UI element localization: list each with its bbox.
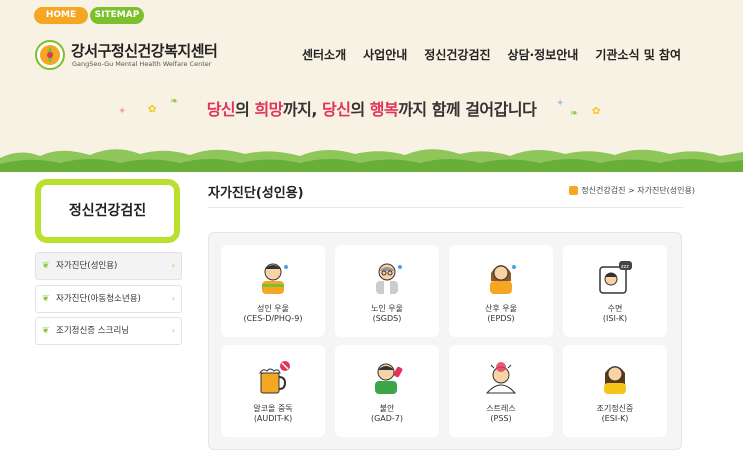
- chevron-right-icon: ›: [171, 326, 175, 335]
- adult-depression-icon: [262, 263, 288, 294]
- leaf-icon: ❦: [42, 326, 50, 336]
- center-logo-icon[interactable]: [35, 40, 65, 70]
- test-card-postpartum-depression[interactable]: 산후 우울 (EPDS): [449, 245, 553, 337]
- card-title: 수면: [607, 304, 623, 313]
- sidebar-item-adult[interactable]: ❦ 자가진단(성인용) ›: [35, 252, 182, 280]
- card-code: (CES-D/PHQ-9): [243, 314, 303, 323]
- card-code: (PSS): [490, 414, 512, 423]
- test-card-sleep[interactable]: zzz 수면 (ISI-K): [563, 245, 667, 337]
- sidebar-item-label: 조기정신증 스크리닝: [56, 326, 130, 336]
- home-link[interactable]: HOME: [34, 7, 88, 24]
- breadcrumb-text: 정신건강검진 > 자가진단(성인용): [581, 186, 695, 195]
- page-title: 자가진단(성인용): [208, 186, 304, 201]
- stress-icon: [485, 362, 517, 394]
- leaf-icon: ❦: [42, 261, 50, 271]
- test-card-anxiety[interactable]: 불안 (GAD-7): [335, 345, 439, 437]
- nav-counsel-info[interactable]: 상담·정보안내: [508, 46, 579, 63]
- card-title: 불안: [379, 404, 395, 413]
- test-card-adult-depression[interactable]: 성인 우울 (CES-D/PHQ-9): [221, 245, 325, 337]
- early-psychosis-icon: [604, 366, 626, 394]
- card-code: (ISI-K): [602, 314, 628, 323]
- divider: [208, 207, 683, 208]
- nav-center-intro[interactable]: 센터소개: [302, 46, 346, 63]
- card-code: (SGDS): [372, 314, 402, 323]
- chevron-right-icon: ›: [171, 261, 175, 270]
- hills-decoration: [0, 149, 743, 172]
- sidebar-title: 정신건강검진: [68, 203, 147, 219]
- card-code: (ESI-K): [601, 414, 629, 423]
- card-title: 성인 우울: [257, 304, 289, 313]
- test-card-alcohol[interactable]: 알코올 중독 (AUDIT-K): [221, 345, 325, 437]
- sidebar-item-label: 자가진단(아동청소년용): [56, 294, 141, 304]
- sidebar-item-early-psychosis[interactable]: ❦ 조기정신증 스크리닝 ›: [35, 317, 182, 345]
- card-title: 알코올 중독: [253, 404, 293, 413]
- elderly-depression-icon: [376, 263, 402, 294]
- org-subtitle: GangSeo-Gu Mental Health Welfare Center: [72, 60, 212, 68]
- postpartum-depression-icon: [490, 265, 516, 294]
- main-nav: 센터소개 사업안내 정신건강검진 상담·정보안내 기관소식 및 참여: [302, 46, 681, 63]
- card-code: (GAD-7): [370, 414, 404, 423]
- test-card-stress[interactable]: 스트레스 (PSS): [449, 345, 553, 437]
- nav-business[interactable]: 사업안내: [363, 46, 407, 63]
- test-card-early-psychosis[interactable]: 조기정신증 (ESI-K): [563, 345, 667, 437]
- card-code: (EPDS): [487, 314, 515, 323]
- sidebar-item-label: 자가진단(성인용): [56, 261, 118, 271]
- card-title: 노인 우울: [371, 304, 403, 313]
- nav-news[interactable]: 기관소식 및 참여: [595, 46, 681, 63]
- anxiety-icon: [375, 363, 403, 394]
- nav-mental-health-check[interactable]: 정신건강검진: [424, 46, 490, 63]
- sleep-icon: zzz: [599, 261, 632, 294]
- card-code: (AUDIT-K): [253, 414, 293, 423]
- sidebar-title-box: 정신건강검진: [35, 179, 180, 243]
- test-card-elderly-depression[interactable]: 노인 우울 (SGDS): [335, 245, 439, 337]
- card-title: 산후 우울: [485, 304, 517, 313]
- card-title: 스트레스: [486, 404, 516, 413]
- svg-text:zzz: zzz: [621, 264, 629, 270]
- home-icon[interactable]: [569, 186, 579, 195]
- chevron-right-icon: ›: [171, 294, 175, 303]
- slogan: 당신의 희망까지, 당신의 행복까지 함께 걸어갑니다: [206, 100, 537, 119]
- leaf-icon: ❦: [42, 294, 50, 304]
- org-name[interactable]: 강서구정신건강복지센터: [71, 40, 218, 61]
- sitemap-link[interactable]: SITEMAP: [90, 7, 144, 24]
- test-panel: 성인 우울 (CES-D/PHQ-9) 노인 우울 (SGDS) 산후 우울 (…: [208, 232, 682, 450]
- alcohol-icon: [259, 361, 290, 394]
- card-title: 조기정신증: [596, 404, 634, 413]
- breadcrumb: 정신건강검진 > 자가진단(성인용): [569, 185, 695, 196]
- sidebar-item-youth[interactable]: ❦ 자가진단(아동청소년용) ›: [35, 285, 182, 313]
